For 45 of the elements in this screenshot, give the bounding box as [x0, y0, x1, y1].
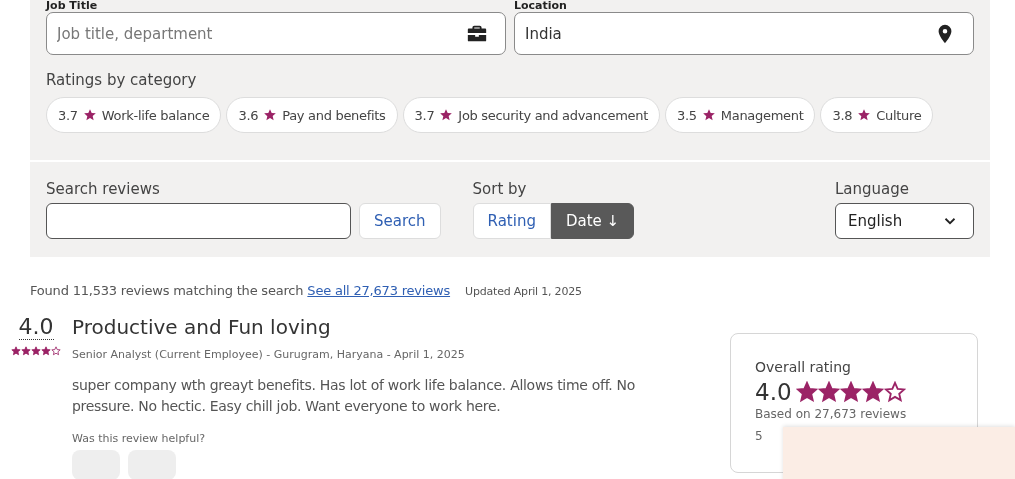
results-count: Found 11,533 reviews matching the search [30, 283, 304, 298]
review-title[interactable]: Productive and Fun loving [72, 315, 712, 339]
category-chip[interactable]: 3.8 Culture [820, 97, 934, 133]
star-level: 5 [755, 429, 764, 443]
star-icon [263, 108, 278, 122]
overall-rating: 4.0 [755, 379, 792, 405]
review-rating: 4.0 [18, 315, 54, 340]
star-icon [439, 108, 454, 122]
review-count: Based on 27,673 reviews [755, 407, 908, 421]
field-label: Language [835, 180, 911, 198]
card-title: Overall rating [755, 359, 852, 375]
section-heading: Ratings by category [46, 71, 198, 89]
star-icon [31, 346, 41, 356]
star-icon [41, 346, 51, 356]
search-button[interactable]: Search [359, 203, 441, 239]
category-chip[interactable]: 3.6 Pay and benefits [226, 97, 398, 133]
field-label: Sort by [472, 180, 528, 198]
star-icon [883, 381, 906, 403]
updated-date: Updated April 1, 2025 [465, 285, 582, 298]
search-field[interactable] [46, 203, 351, 239]
review-text: super company wth greayt benefits. Has lot of work life balance. Allows time off. No pressure. No hectic. Easy chill job. Want everyone to work here. [72, 376, 636, 416]
helpful-prompt: Was this review helpful? [72, 432, 207, 445]
star-icon [857, 108, 872, 122]
field-label: Location [514, 0, 568, 12]
field-label: Job Title [46, 0, 99, 12]
field-label: Search reviews [46, 180, 161, 198]
star-icon [795, 381, 818, 403]
star-icon [11, 346, 21, 356]
star-icon [21, 346, 31, 356]
sort-option[interactable]: Rating [472, 203, 551, 239]
category-chip[interactable]: 3.7 Work-life balance [46, 97, 222, 133]
review-meta: Senior Analyst (Current Employee) - Gurugram, Haryana - April 1, 2025 [72, 348, 466, 361]
star-icon [701, 108, 716, 122]
sort-option[interactable]: Date ↓ [550, 203, 635, 239]
job-title-field[interactable]: Job title, department [46, 12, 506, 55]
star-icon [51, 346, 61, 356]
language-dropdown[interactable]: English [835, 203, 974, 239]
see-all-link[interactable]: See all 27,673 reviews [307, 283, 451, 298]
location-field[interactable]: India [514, 12, 974, 55]
star-icon [82, 108, 97, 122]
category-chip[interactable]: 3.5 Management [665, 97, 816, 133]
star-icon [817, 381, 840, 403]
category-chip[interactable]: 3.7 Job security and advancement [402, 97, 661, 133]
star-icon [839, 381, 862, 403]
star-icon [861, 381, 884, 403]
